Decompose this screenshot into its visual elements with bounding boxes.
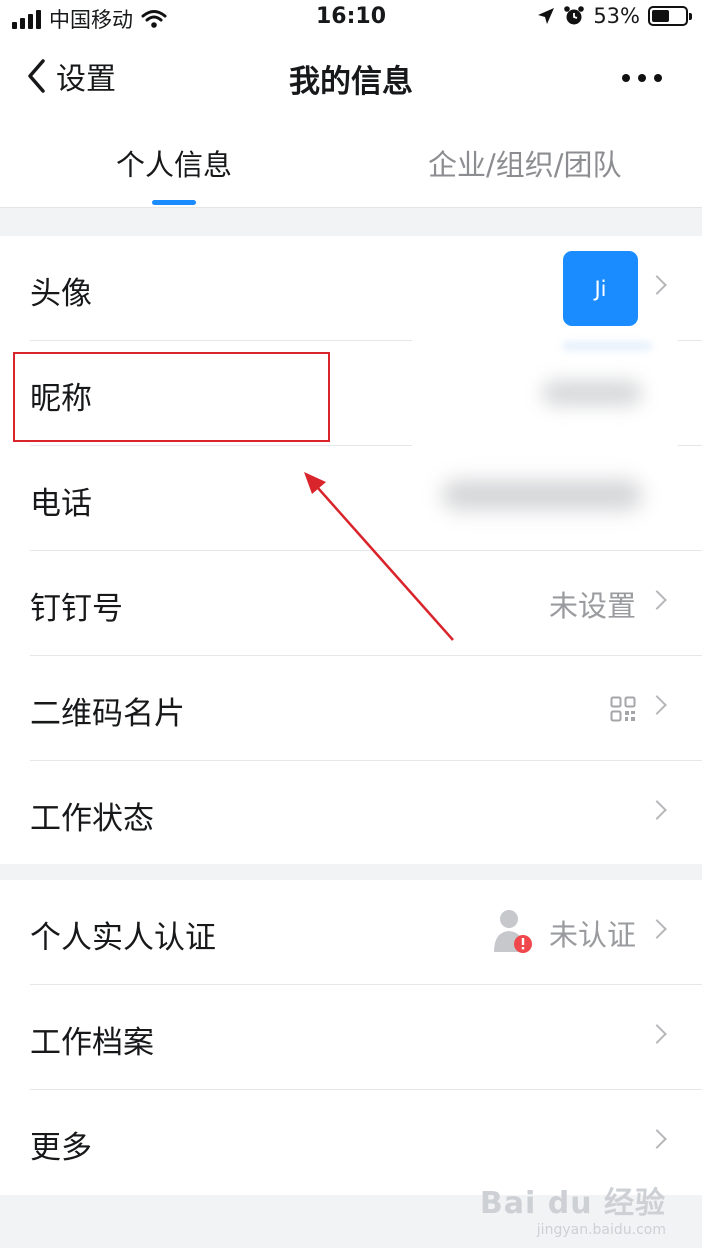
chevron-right-icon — [647, 1129, 667, 1149]
blurred-private-values — [412, 340, 678, 530]
row-work-status[interactable]: 工作状态 — [0, 761, 702, 866]
tab-personal-info[interactable]: 个人信息 — [116, 142, 232, 184]
row-label: 工作状态 — [30, 801, 154, 837]
status-bar: 中国移动 16:10 53% — [0, 0, 702, 36]
chevron-right-icon — [647, 275, 667, 295]
chevron-right-icon — [647, 590, 667, 610]
page-title: 我的信息 — [289, 64, 413, 100]
watermark-brand: Bai du 经验 — [479, 1186, 666, 1221]
alarm-icon — [564, 6, 585, 25]
nav-bar: 设置 我的信息 — [0, 36, 702, 120]
row-label: 头像 — [30, 276, 92, 312]
chevron-right-icon — [647, 919, 667, 939]
row-qr-card[interactable]: 二维码名片 — [0, 656, 702, 761]
row-identity-verification[interactable]: 个人实人认证 未认证 — [0, 880, 702, 985]
highlight-box — [13, 352, 330, 442]
watermark: Bai du 经验 jingyan.baidu.com — [480, 1178, 666, 1238]
battery-icon — [648, 6, 692, 26]
row-avatar[interactable]: 头像 Ji — [0, 236, 702, 341]
row-label: 电话 — [30, 486, 92, 522]
row-value: 未认证 — [548, 918, 636, 952]
row-label: 钉钉号 — [30, 591, 123, 627]
more-info-list: 个人实人认证 未认证 工作档案 更多 — [0, 880, 702, 1195]
qr-code-icon — [610, 696, 636, 722]
more-icon[interactable] — [622, 74, 662, 82]
row-dingtalk-id[interactable]: 钉钉号 未设置 — [0, 551, 702, 656]
tab-organization[interactable]: 企业/组织/团队 — [428, 142, 622, 184]
avatar[interactable]: Ji — [563, 251, 638, 326]
profile-list: 头像 Ji 昵称 电话 钉钉号 未设置 二维码名片 工作状态 — [0, 236, 702, 864]
battery-percent: 53% — [593, 4, 640, 28]
chevron-right-icon — [647, 800, 667, 820]
active-tab-indicator — [152, 200, 196, 205]
row-value: 未设置 — [548, 589, 636, 623]
row-label: 二维码名片 — [30, 696, 185, 732]
row-label: 更多 — [30, 1130, 92, 1166]
row-label: 个人实人认证 — [30, 920, 216, 956]
tab-bar: 个人信息 企业/组织/团队 — [0, 120, 702, 208]
location-icon — [538, 8, 555, 24]
row-work-profile[interactable]: 工作档案 — [0, 985, 702, 1090]
row-label: 工作档案 — [30, 1025, 154, 1061]
unverified-person-icon — [494, 910, 532, 953]
watermark-url: jingyan.baidu.com — [536, 1222, 666, 1238]
chevron-right-icon — [647, 1024, 667, 1044]
chevron-right-icon — [647, 695, 667, 715]
